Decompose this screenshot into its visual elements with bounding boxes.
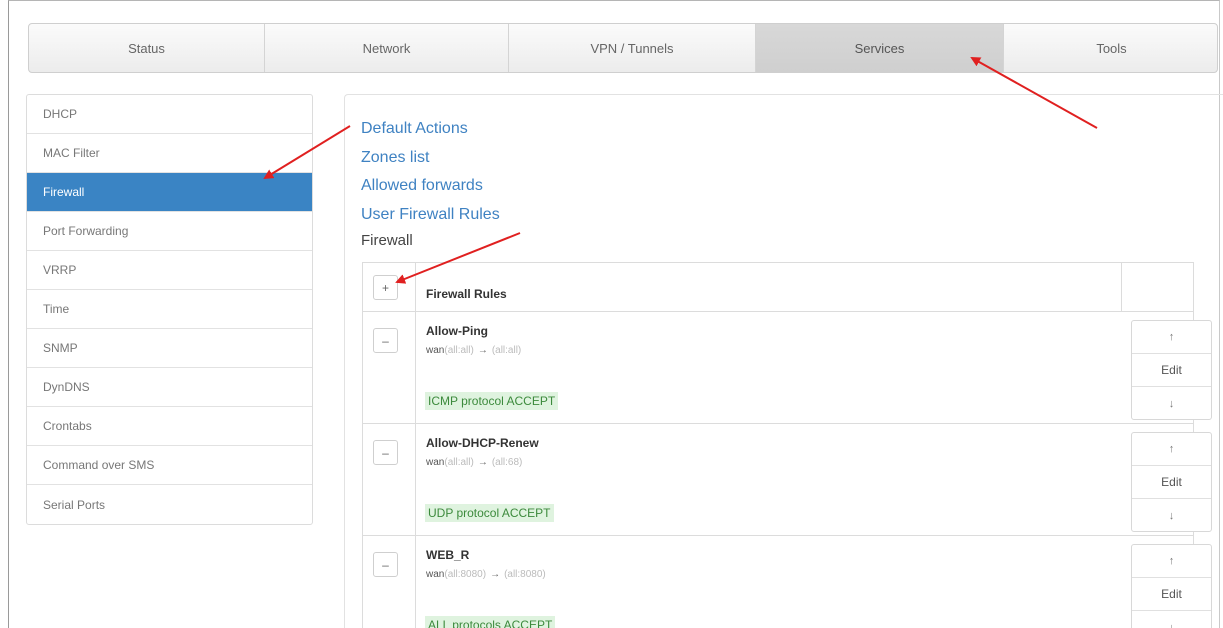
remove-rule-button[interactable]: – bbox=[373, 552, 398, 577]
sidebar-item-time[interactable]: Time bbox=[27, 290, 312, 329]
rule-route: wan(all:8080) → (all:8080) bbox=[426, 569, 546, 580]
edit-rule-button[interactable]: Edit bbox=[1132, 578, 1211, 611]
rule-source-zone: wan bbox=[426, 569, 445, 580]
add-rule-button[interactable]: + bbox=[373, 275, 398, 300]
sidebar-item-crontabs[interactable]: Crontabs bbox=[27, 407, 312, 446]
remove-rule-button[interactable]: – bbox=[373, 440, 398, 465]
edit-rule-button[interactable]: Edit bbox=[1132, 466, 1211, 499]
edit-rule-button[interactable]: Edit bbox=[1132, 354, 1211, 387]
firewall-rules-table: + Firewall Rules – Allow-Ping wan(all:al… bbox=[362, 262, 1212, 628]
section-title: Firewall bbox=[361, 232, 413, 249]
tab-status[interactable]: Status bbox=[29, 24, 265, 72]
sidebar-item-mac-filter[interactable]: MAC Filter bbox=[27, 134, 312, 173]
column-divider bbox=[1121, 263, 1122, 312]
rule-name: WEB_R bbox=[426, 548, 470, 562]
rule-source-zone: wan bbox=[426, 457, 445, 468]
table-header: + Firewall Rules bbox=[363, 263, 1193, 312]
rule-destination-detail: (all:8080) bbox=[504, 569, 546, 580]
sidebar-menu: DHCP MAC Filter Firewall Port Forwarding… bbox=[26, 94, 313, 525]
sidebar-item-serial-ports[interactable]: Serial Ports bbox=[27, 485, 312, 524]
rule-controls: ↑ Edit ↓ bbox=[1131, 432, 1212, 532]
link-allowed-forwards[interactable]: Allowed forwards bbox=[361, 175, 500, 204]
rule-controls: ↑ Edit ↓ bbox=[1131, 320, 1212, 420]
sidebar-item-snmp[interactable]: SNMP bbox=[27, 329, 312, 368]
rule-action-badge: ICMP protocol ACCEPT bbox=[425, 392, 559, 410]
move-up-button[interactable]: ↑ bbox=[1132, 433, 1211, 466]
arrow-right-icon: → bbox=[490, 569, 501, 580]
move-down-button[interactable]: ↓ bbox=[1132, 387, 1211, 420]
move-up-button[interactable]: ↑ bbox=[1132, 321, 1211, 354]
link-zones-list[interactable]: Zones list bbox=[361, 147, 500, 176]
rule-source-detail: (all:all) bbox=[444, 457, 474, 468]
table-row: – WEB_R wan(all:8080) → (all:8080) ALL pro… bbox=[363, 536, 1212, 628]
top-navigation: Status Network VPN / Tunnels Services To… bbox=[28, 23, 1218, 73]
remove-rule-button[interactable]: – bbox=[373, 328, 398, 353]
rule-source-detail: (all:8080) bbox=[444, 569, 487, 580]
move-down-button[interactable]: ↓ bbox=[1132, 499, 1211, 532]
tab-vpn-tunnels[interactable]: VPN / Tunnels bbox=[509, 24, 756, 72]
sidebar-item-firewall[interactable]: Firewall bbox=[27, 173, 312, 212]
table-row: – Allow-Ping wan(all:all) → (all:all) ICMP… bbox=[363, 312, 1212, 424]
rule-name: Allow-DHCP-Renew bbox=[426, 436, 539, 450]
link-user-firewall-rules[interactable]: User Firewall Rules bbox=[361, 204, 500, 233]
rule-controls: ↑ Edit ↓ bbox=[1131, 544, 1212, 628]
section-links: Default Actions Zones list Allowed forwa… bbox=[361, 118, 500, 232]
table-header-title: Firewall Rules bbox=[426, 287, 507, 301]
sidebar-item-vrrp[interactable]: VRRP bbox=[27, 251, 312, 290]
rule-destination-detail: (all:all) bbox=[491, 345, 522, 356]
rule-name: Allow-Ping bbox=[426, 324, 488, 338]
arrow-right-icon: → bbox=[477, 345, 488, 356]
rule-route: wan(all:all) → (all:68) bbox=[426, 457, 522, 468]
tab-tools[interactable]: Tools bbox=[1004, 24, 1217, 72]
sidebar-item-port-forwarding[interactable]: Port Forwarding bbox=[27, 212, 312, 251]
sidebar-item-command-over-sms[interactable]: Command over SMS bbox=[27, 446, 312, 485]
link-default-actions[interactable]: Default Actions bbox=[361, 118, 500, 147]
rule-source-detail: (all:all) bbox=[444, 345, 474, 356]
rule-source-zone: wan bbox=[426, 345, 445, 356]
rule-destination-detail: (all:68) bbox=[491, 457, 523, 468]
rule-action-badge: UDP protocol ACCEPT bbox=[425, 504, 554, 522]
move-up-button[interactable]: ↑ bbox=[1132, 545, 1211, 578]
rule-route: wan(all:all) → (all:all) bbox=[426, 345, 521, 356]
tab-services[interactable]: Services bbox=[756, 24, 1004, 72]
move-down-button[interactable]: ↓ bbox=[1132, 611, 1211, 628]
sidebar-item-dhcp[interactable]: DHCP bbox=[27, 95, 312, 134]
rule-action-badge: ALL protocols ACCEPT bbox=[425, 616, 556, 628]
table-row: – Allow-DHCP-Renew wan(all:all) → (all:68)… bbox=[363, 424, 1212, 536]
sidebar-item-dyndns[interactable]: DynDNS bbox=[27, 368, 312, 407]
arrow-right-icon: → bbox=[477, 457, 488, 468]
tab-network[interactable]: Network bbox=[265, 24, 509, 72]
